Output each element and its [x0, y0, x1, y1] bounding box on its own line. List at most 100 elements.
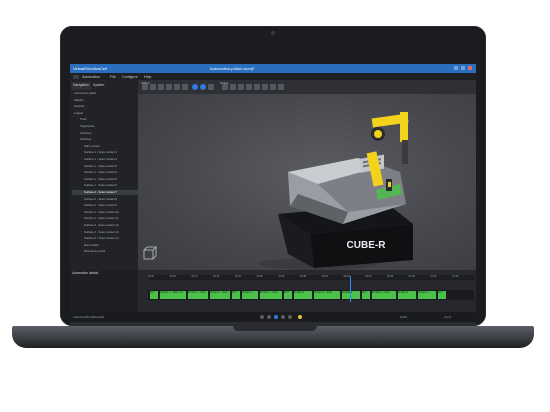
timeline-segment[interactable]: Surface 2 - Scan [372, 291, 396, 299]
rewind-icon[interactable] [267, 315, 271, 319]
screen: VirtualRoboticsCell Automotive-polish.vr… [70, 64, 476, 326]
tree-item[interactable]: Surface 1 - Scan contact 2 [72, 157, 148, 162]
select-icon[interactable] [158, 84, 164, 90]
record-icon[interactable] [200, 84, 206, 90]
timeline-tick: 00:30 [278, 275, 285, 278]
tree-item[interactable]: Surface 1 - Scan contact 3 [72, 164, 148, 169]
tree-item[interactable]: Surface 2 - Scan contact 10 [72, 210, 148, 215]
timeline-segment[interactable]: Surf [362, 291, 370, 299]
play-icon[interactable] [192, 84, 198, 90]
timeline-segment[interactable]: Surface 1 - Scan [260, 291, 282, 299]
timeline-tick: 00:25 [256, 275, 263, 278]
timeline-segment[interactable]: Surface 2 [418, 291, 436, 299]
laptop-notch [233, 326, 317, 331]
timeline-segment[interactable]: Surface 2 [342, 291, 360, 299]
menu-help[interactable]: Help [144, 75, 151, 79]
menu-configure[interactable]: Configure [122, 75, 138, 79]
timeline-segment[interactable]: Surf [438, 291, 446, 299]
timeline: 00:00 00:05 00:10 00:15 00:20 00:25 00:30 00:35… [138, 270, 476, 312]
redo-icon[interactable] [150, 84, 156, 90]
close-icon[interactable] [468, 66, 472, 71]
timeline-tick: 00:40 [321, 275, 328, 278]
loop-icon[interactable] [298, 315, 302, 319]
tree-item[interactable]: Surface 2 - Scan contact 14 [72, 236, 148, 241]
timeline-tick: 01:05 [430, 275, 437, 278]
undo-icon[interactable] [142, 84, 148, 90]
timeline-segment[interactable]: Surface 2 [398, 291, 416, 299]
zoom-label[interactable]: Zoom [444, 315, 451, 319]
tree-item[interactable]: Surface 2 - Scan contact 11 [72, 216, 148, 221]
settings-icon[interactable] [270, 84, 276, 90]
playhead[interactable] [350, 276, 351, 302]
timeline-tick: 00:00 [148, 275, 154, 278]
tab-navigation[interactable]: Navigation [71, 82, 92, 90]
timeline-segment[interactable]: Surface 2 [294, 291, 312, 299]
download-icon[interactable] [254, 84, 260, 90]
tree-item[interactable]: Surface 1 - Scan contact 6 [72, 183, 148, 188]
menu-automation[interactable]: Automation [82, 75, 100, 79]
timeline-tick: 00:35 [300, 275, 307, 278]
rotate-icon[interactable] [174, 84, 180, 90]
platform-label: CUBE-R [347, 240, 387, 251]
tree-item[interactable]: Surface 2 - Scan contact 8 [72, 197, 148, 202]
move-icon[interactable] [166, 84, 172, 90]
stop-icon[interactable] [208, 84, 214, 90]
timeline-segment[interactable]: Surf [284, 291, 292, 299]
fast-forward-icon[interactable] [281, 315, 285, 319]
webcam [271, 31, 275, 35]
tab-system[interactable]: System [91, 82, 106, 90]
timeline-tick: 01:10 [452, 275, 459, 278]
upload-icon[interactable] [246, 84, 252, 90]
status-text: CALCULATE SIMULATE [73, 315, 104, 319]
tree-item[interactable]: Surface 1 - Scan contact 1 [72, 150, 148, 155]
navigation-panel: Navigation System Automotive-polish Objec… [70, 80, 148, 270]
tree-item[interactable]: Reference points [72, 249, 148, 254]
tree-item[interactable]: Trajectories [72, 124, 144, 129]
tree-item[interactable]: Logical [72, 111, 138, 116]
timeline-tick: 00:45 [343, 275, 350, 278]
timeline-segment[interactable]: Surface 1 [242, 291, 258, 299]
robot-icon[interactable] [230, 84, 236, 90]
app-menu-icon[interactable] [73, 74, 79, 79]
maximize-icon[interactable] [461, 66, 465, 71]
step-forward-icon[interactable] [288, 315, 292, 319]
timeline-tick: 00:20 [234, 275, 241, 278]
timeline-track[interactable]: Surf Surface 1 - Scan cont Surface 1 - Sca… [148, 290, 474, 300]
timeline-segment[interactable]: Surface 2 - Scan [314, 291, 340, 299]
tree-item[interactable]: Tools [72, 117, 144, 122]
sync-icon[interactable] [262, 84, 268, 90]
timeline-tick: 00:15 [213, 275, 220, 278]
tree-item[interactable]: Start contact [72, 144, 148, 149]
timeline-segment[interactable]: Surface 1 - Scan cont [160, 291, 186, 299]
menu-file[interactable]: File [110, 75, 116, 79]
timeline-segment[interactable]: Surface 1 - Scan [188, 291, 208, 299]
robot-base [400, 112, 408, 142]
tree-item[interactable]: Surface 2 - Scan contact 13 [72, 230, 148, 235]
tree-item[interactable]: Surface2 [72, 137, 144, 142]
tree-item[interactable]: Surface1 [72, 131, 144, 136]
tree-item[interactable]: Surface 2 - Scan contact 12 [72, 223, 148, 228]
timeline-segment[interactable]: Surface 1 - Scan [210, 291, 230, 299]
tree-item[interactable]: End contact [72, 243, 148, 248]
play-button-icon[interactable] [274, 315, 278, 319]
tree-item[interactable]: Automotive-polish [72, 91, 138, 96]
3d-viewport[interactable]: CUBE-R [138, 94, 476, 270]
tree-item[interactable]: Surface 2 - Scan contact 9 [72, 203, 148, 208]
camera-view-icon[interactable] [278, 84, 284, 90]
connect-icon[interactable] [222, 84, 228, 90]
teach-icon[interactable] [238, 84, 244, 90]
minimize-icon[interactable] [454, 66, 458, 71]
tree-item[interactable]: Surface 1 - Scan contact 5 [72, 177, 148, 182]
properties-panel: Automation details [70, 270, 138, 312]
step-back-icon[interactable] [260, 315, 264, 319]
timeline-ruler[interactable]: 00:00 00:05 00:10 00:15 00:20 00:25 00:30 00:35… [148, 275, 474, 280]
timeline-segment[interactable]: Surf [150, 291, 158, 299]
toolbar: Offline Online [138, 80, 476, 94]
tree-item[interactable]: Gantries [72, 104, 138, 109]
tree-item[interactable]: Surface 2 - Scan contact 7 [72, 190, 148, 195]
tree-item[interactable]: Objects [72, 98, 138, 103]
measure-icon[interactable] [182, 84, 188, 90]
tree-item[interactable]: Surface 1 - Scan contact 4 [72, 170, 148, 175]
zoom-value: 100% [400, 315, 408, 319]
timeline-segment[interactable]: Surf [232, 291, 240, 299]
